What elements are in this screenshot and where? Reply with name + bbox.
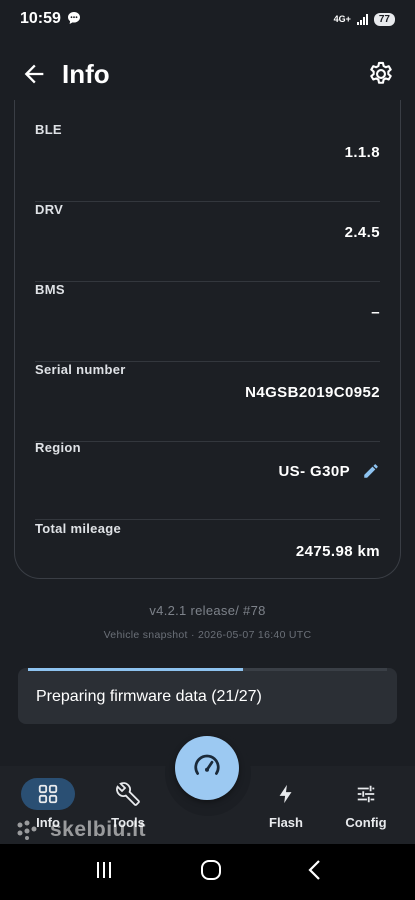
chat-icon: [67, 11, 81, 28]
row-label: Serial number: [35, 362, 126, 377]
dashboard-fab[interactable]: [175, 736, 239, 800]
serial-number: N4GSB2019C0952: [245, 384, 380, 401]
back-icon[interactable]: [307, 859, 323, 886]
info-card: BLE 1.1.8 DRV 2.4.5 BMS – Serial number …: [14, 100, 401, 579]
nav-item-config[interactable]: Config: [326, 766, 406, 844]
region-value: US- G30P: [278, 462, 350, 480]
row-serial-number: Serial number N4GSB2019C0952: [35, 362, 380, 442]
sliders-icon: [339, 778, 393, 810]
row-bms: BMS –: [35, 282, 380, 362]
progress-snackbar: Preparing firmware data (21/27): [18, 668, 397, 724]
watermark-text: skelbiu.lt: [50, 818, 147, 841]
page-title: Info: [62, 58, 110, 89]
nav-label: Flash: [269, 815, 303, 830]
row-drv: DRV 2.4.5: [35, 202, 380, 282]
ble-version: 1.1.8: [344, 144, 380, 161]
battery-icon: 77: [373, 12, 395, 26]
row-value: –: [371, 304, 380, 321]
edit-pencil-icon[interactable]: [362, 462, 380, 480]
row-value: 2.4.5: [345, 224, 380, 241]
row-total-mileage: Total mileage 2475.98 km: [35, 521, 380, 601]
progress-track: [28, 668, 387, 671]
recent-apps-icon[interactable]: [93, 860, 115, 885]
nav-item-flash[interactable]: Flash: [246, 766, 326, 844]
signal-icon: [356, 13, 368, 25]
grid-icon: [21, 778, 75, 810]
home-icon[interactable]: [200, 859, 222, 886]
speedometer-icon: [192, 751, 222, 786]
row-value: 1.1.8: [345, 144, 380, 161]
row-label: DRV: [35, 202, 64, 217]
lightning-icon: [259, 778, 313, 810]
row-value: US- G30P: [278, 462, 380, 480]
total-mileage: 2475.98 km: [295, 543, 380, 560]
network-type: 4G+: [333, 14, 351, 24]
app-version: v4.2.1 release/ #78: [149, 603, 266, 618]
row-label: BMS: [35, 282, 65, 297]
row-label: Total mileage: [35, 521, 122, 536]
row-label: BLE: [35, 122, 62, 137]
drv-version: 2.4.5: [344, 224, 380, 241]
row-value: 2475.98 km: [296, 543, 380, 560]
wrench-icon: [101, 778, 155, 810]
back-arrow-icon[interactable]: [20, 60, 48, 88]
row-ble: BLE 1.1.8: [35, 122, 380, 202]
status-time: 10:59: [20, 10, 61, 27]
row-region: Region US- G30P: [35, 440, 380, 520]
system-navigation-bar: [0, 844, 415, 900]
nav-label: Config: [345, 815, 387, 830]
row-label: Region: [35, 440, 81, 455]
progress-fill: [28, 668, 244, 671]
gear-icon[interactable]: [367, 60, 395, 88]
row-value: N4GSB2019C0952: [245, 384, 380, 401]
bms-version: –: [371, 304, 380, 321]
progress-text: Preparing firmware data (21/27): [36, 688, 262, 705]
vehicle-snapshot: Vehicle snapshot · 2026-05-07 16:40 UTC: [103, 629, 312, 641]
watermark-logo: skelbiu.lt: [16, 818, 146, 842]
status-bar: 10:59 4G+ 77: [0, 0, 415, 38]
